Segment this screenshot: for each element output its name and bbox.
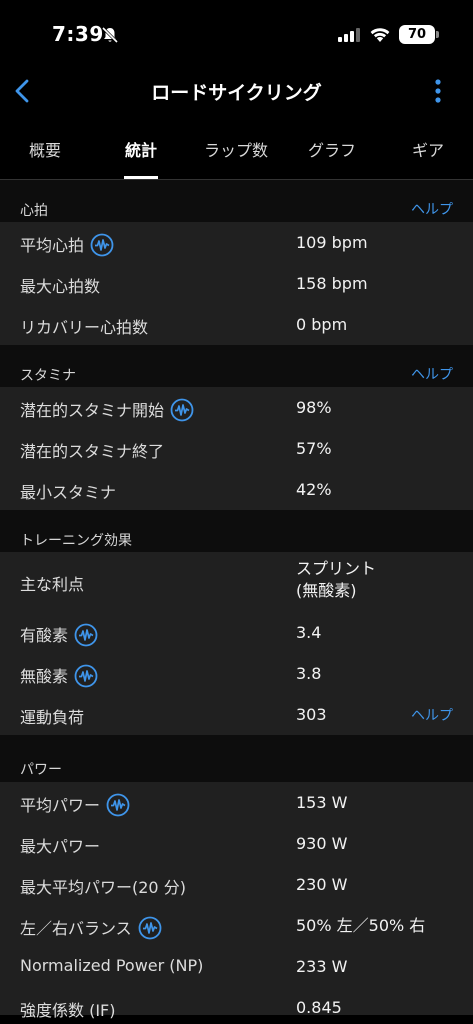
stat-value: 153 W <box>296 793 348 812</box>
stat-value: 109 bpm <box>296 233 368 252</box>
stat-value: 57% <box>296 439 332 458</box>
stat-row-stamina-end: 潜在的スタミナ終了 57% <box>0 428 473 469</box>
heart-wave-icon[interactable] <box>138 916 162 940</box>
more-options-icon[interactable] <box>428 78 448 104</box>
heart-wave-icon[interactable] <box>74 623 98 647</box>
heart-rows: 平均心拍 109 bpm 最大心拍数 158 bpm リカバリー心拍数 0 bp… <box>0 222 473 345</box>
heart-wave-icon[interactable] <box>90 233 114 257</box>
stat-row-anaerobic: 無酸素 3.8 <box>0 653 473 694</box>
stat-label: 最大平均パワー(20 分) <box>20 878 186 897</box>
stat-label: 有酸素 <box>20 626 69 645</box>
training-rows: 主な利点 スプリント (無酸素) 有酸素 3.4 無酸素 3.8 運動負荷 30… <box>0 552 473 735</box>
stat-label: 平均パワー <box>20 796 101 815</box>
stat-value: 0.845 <box>296 998 342 1017</box>
battery-nub <box>436 31 439 38</box>
stat-row-avg-hr: 平均心拍 109 bpm <box>0 222 473 263</box>
stat-row-aerobic: 有酸素 3.4 <box>0 612 473 653</box>
stat-value: 930 W <box>296 834 348 853</box>
stat-value: 50% 左／50% 右 <box>296 916 426 935</box>
stat-row-recovery-hr: リカバリー心拍数 0 bpm <box>0 304 473 345</box>
stat-row-lr-balance: 左／右バランス 50% 左／50% 右 <box>0 905 473 946</box>
stat-row-avg-power: 平均パワー 153 W <box>0 782 473 823</box>
tab-overview[interactable]: 概要 <box>28 137 62 161</box>
tab-graph[interactable]: グラフ <box>304 137 360 161</box>
status-time: 7:39 <box>52 22 104 46</box>
battery-indicator: 70 <box>399 25 435 44</box>
stat-row-stamina-start: 潜在的スタミナ開始 98% <box>0 387 473 428</box>
stat-label: 強度係数 (IF) <box>20 1001 116 1020</box>
stat-row-normalized-power: Normalized Power (NP) 233 W <box>0 946 473 987</box>
page-title: ロードサイクリング <box>151 82 322 104</box>
tab-laps[interactable]: ラップ数 <box>200 137 272 161</box>
stat-label: 左／右バランス <box>20 919 132 938</box>
stat-value: 3.4 <box>296 623 322 642</box>
tab-gear[interactable]: ギア <box>410 137 446 161</box>
nav-bar: ロードサイクリング <box>0 70 473 118</box>
training-section-header: トレーニング効果 <box>0 510 473 552</box>
stat-value: 0 bpm <box>296 315 348 334</box>
stat-label: 平均心拍 <box>20 236 85 255</box>
stat-label: 主な利点 <box>20 575 85 594</box>
heart-section-header: 心拍 ヘルプ <box>0 180 473 222</box>
power-rows: 平均パワー 153 W 最大パワー 930 W 最大平均パワー(20 分) 23… <box>0 782 473 1020</box>
stat-label: 潜在的スタミナ開始 <box>20 401 165 420</box>
stat-label: Normalized Power (NP) <box>20 956 204 975</box>
heart-wave-icon[interactable] <box>106 793 130 817</box>
section-title-training: トレーニング効果 <box>20 533 132 549</box>
training-load-help-link[interactable]: ヘルプ <box>411 705 453 725</box>
stat-label: 最大心拍数 <box>20 277 101 296</box>
stat-value: 233 W <box>296 957 348 976</box>
active-tab-indicator <box>124 176 158 179</box>
stat-label: 最小スタミナ <box>20 483 117 502</box>
stat-value: スプリント (無酸素) <box>296 552 376 602</box>
stat-row-max-power: 最大パワー 930 W <box>0 823 473 864</box>
heart-wave-icon[interactable] <box>74 664 98 688</box>
tab-stats[interactable]: 統計 <box>122 137 160 161</box>
section-title-power: パワー <box>20 762 62 778</box>
stat-label: 潜在的スタミナ終了 <box>20 442 165 461</box>
stat-value-line: (無酸素) <box>296 581 357 600</box>
power-section-header: パワー <box>0 735 473 782</box>
stat-label: 最大パワー <box>20 837 101 856</box>
stamina-section-header: スタミナ ヘルプ <box>0 345 473 387</box>
stat-label: 無酸素 <box>20 667 69 686</box>
stat-value-line: スプリント <box>296 559 377 578</box>
stat-value: 98% <box>296 398 332 417</box>
stat-value: 230 W <box>296 875 348 894</box>
stat-value: 3.8 <box>296 664 322 683</box>
stat-value: 303 <box>296 705 327 724</box>
stat-value: 158 bpm <box>296 274 368 293</box>
stat-row-stamina-min: 最小スタミナ 42% <box>0 469 473 510</box>
stamina-rows: 潜在的スタミナ開始 98% 潜在的スタミナ終了 57% 最小スタミナ 42% <box>0 387 473 510</box>
stat-row-training-load: 運動負荷 303 ヘルプ <box>0 694 473 735</box>
wifi-icon <box>370 28 390 42</box>
stat-label: 運動負荷 <box>20 708 85 727</box>
stats-content: 心拍 ヘルプ 平均心拍 109 bpm 最大心拍数 158 bpm リカバリー心… <box>0 180 473 1020</box>
heart-wave-icon[interactable] <box>170 398 194 422</box>
stat-row-primary-benefit: 主な利点 スプリント (無酸素) <box>0 552 473 612</box>
stat-row-intensity-factor: 強度係数 (IF) 0.845 <box>0 987 473 1020</box>
stat-row-max-hr: 最大心拍数 158 bpm <box>0 263 473 304</box>
tab-bar: 概要 統計 ラップ数 グラフ ギア <box>0 118 473 180</box>
bell-off-icon <box>101 26 119 44</box>
heart-help-link[interactable]: ヘルプ <box>411 199 453 219</box>
stat-value: 42% <box>296 480 332 499</box>
cellular-signal-icon <box>338 28 360 42</box>
section-title-heart: 心拍 <box>20 203 48 219</box>
section-title-stamina: スタミナ <box>20 368 76 384</box>
stamina-help-link[interactable]: ヘルプ <box>411 364 453 384</box>
stat-row-max-avg-power-20: 最大平均パワー(20 分) 230 W <box>0 864 473 905</box>
status-bar: 7:39 70 <box>0 0 473 70</box>
stat-label: リカバリー心拍数 <box>20 318 149 337</box>
